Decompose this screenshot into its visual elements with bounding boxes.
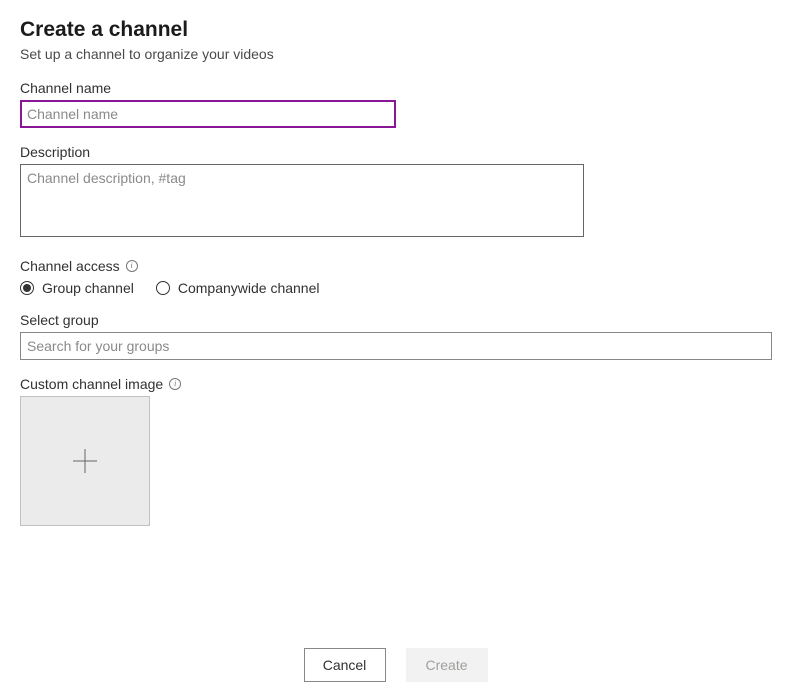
cancel-button[interactable]: Cancel: [304, 648, 386, 682]
custom-image-label: Custom channel image: [20, 376, 163, 392]
channel-access-group: Channel access i Group channel Companywi…: [20, 258, 771, 296]
info-icon[interactable]: i: [126, 260, 138, 272]
info-icon[interactable]: i: [169, 378, 181, 390]
select-group-input[interactable]: [20, 332, 772, 360]
select-group-group: Select group: [20, 312, 771, 360]
channel-access-label: Channel access: [20, 258, 120, 274]
channel-access-radios: Group channel Companywide channel: [20, 280, 771, 296]
radio-circle-icon: [156, 281, 170, 295]
custom-image-group: Custom channel image i: [20, 376, 771, 526]
radio-group-channel[interactable]: Group channel: [20, 280, 134, 296]
description-label: Description: [20, 144, 771, 160]
channel-name-group: Channel name: [20, 80, 771, 128]
radio-group-label: Group channel: [42, 280, 134, 296]
radio-companywide-channel[interactable]: Companywide channel: [156, 280, 320, 296]
page-subtitle: Set up a channel to organize your videos: [20, 46, 771, 62]
plus-icon: [71, 447, 99, 475]
description-input[interactable]: [20, 164, 584, 237]
radio-circle-icon: [20, 281, 34, 295]
radio-companywide-label: Companywide channel: [178, 280, 320, 296]
button-row: Cancel Create: [0, 648, 791, 682]
page-title: Create a channel: [20, 18, 771, 42]
description-group: Description: [20, 144, 771, 242]
select-group-label: Select group: [20, 312, 771, 328]
image-upload-button[interactable]: [20, 396, 150, 526]
channel-name-input[interactable]: [20, 100, 396, 128]
channel-name-label: Channel name: [20, 80, 771, 96]
create-button[interactable]: Create: [406, 648, 488, 682]
